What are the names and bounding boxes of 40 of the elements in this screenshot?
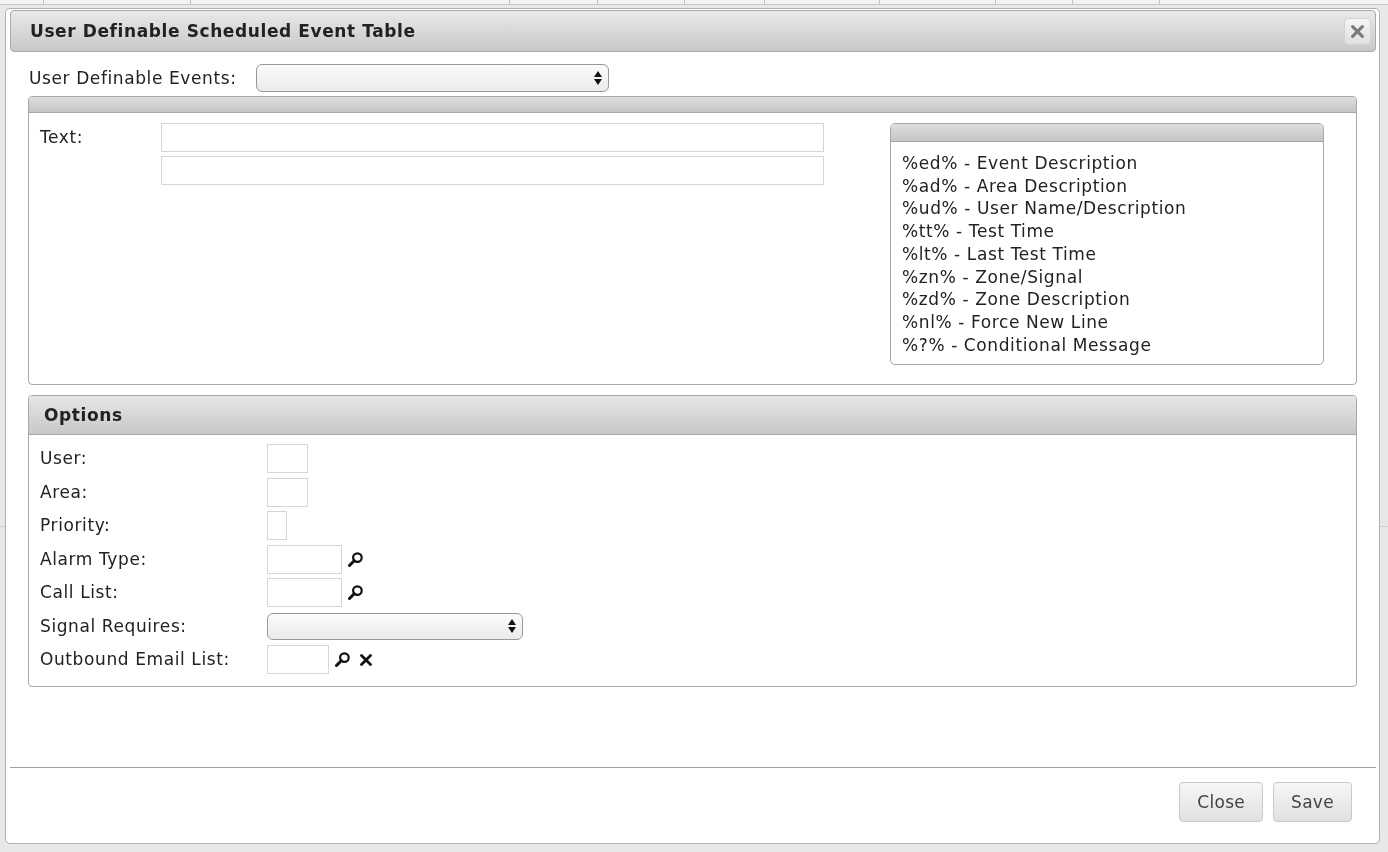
input-field[interactable] (267, 544, 342, 574)
close-icon (1351, 24, 1364, 38)
field-label: Text: (39, 126, 85, 149)
legend-item: %zn% - Zone/Signal (902, 265, 1083, 289)
legend-item: %nl% - Force New Line (902, 310, 1109, 334)
legend-item: %?% - Conditional Message (902, 333, 1152, 357)
search-icon[interactable] (348, 551, 363, 567)
input-field[interactable] (267, 511, 287, 540)
input-field[interactable] (161, 123, 824, 152)
search-icon[interactable] (348, 585, 363, 600)
field-label: User Definable Events: (28, 68, 238, 88)
field-label: Alarm Type: (39, 547, 148, 571)
input-field[interactable] (161, 156, 824, 185)
field-label: Call List: (39, 581, 120, 604)
dropdown-field[interactable] (267, 612, 523, 640)
field-label: Area: (39, 480, 89, 504)
field-label: Signal Requires: (39, 614, 188, 638)
dropdown-field[interactable] (256, 64, 609, 92)
field-label: User: (39, 447, 89, 470)
up-down-arrow-icon (594, 71, 602, 85)
legend-item: %lt% - Last Test Time (902, 242, 1097, 266)
dialog-button[interactable]: Close (1179, 782, 1264, 822)
x-mark-icon[interactable] (360, 653, 372, 666)
field-label: Outbound Email List: (39, 648, 231, 671)
dialog-title: User Definable Scheduled Event Table (30, 21, 416, 41)
field-label: Priority: (39, 514, 112, 537)
input-field[interactable] (267, 477, 308, 507)
up-down-arrow-icon (508, 619, 516, 633)
input-field[interactable] (267, 645, 329, 674)
legend-item: %ed% - Event Description (902, 152, 1138, 175)
dialog-button[interactable]: Save (1273, 782, 1352, 822)
legend-item: %tt% - Test Time (902, 220, 1055, 243)
section-header: Options (29, 396, 1356, 435)
legend-item: %zd% - Zone Description (902, 288, 1131, 311)
input-field[interactable] (267, 444, 308, 473)
legend-item: %ud% - User Name/Description (902, 197, 1187, 221)
input-field[interactable] (267, 578, 342, 607)
dialog-close-button[interactable] (1344, 17, 1371, 45)
search-icon[interactable] (335, 652, 350, 667)
legend-item: %ad% - Area Description (902, 174, 1128, 198)
